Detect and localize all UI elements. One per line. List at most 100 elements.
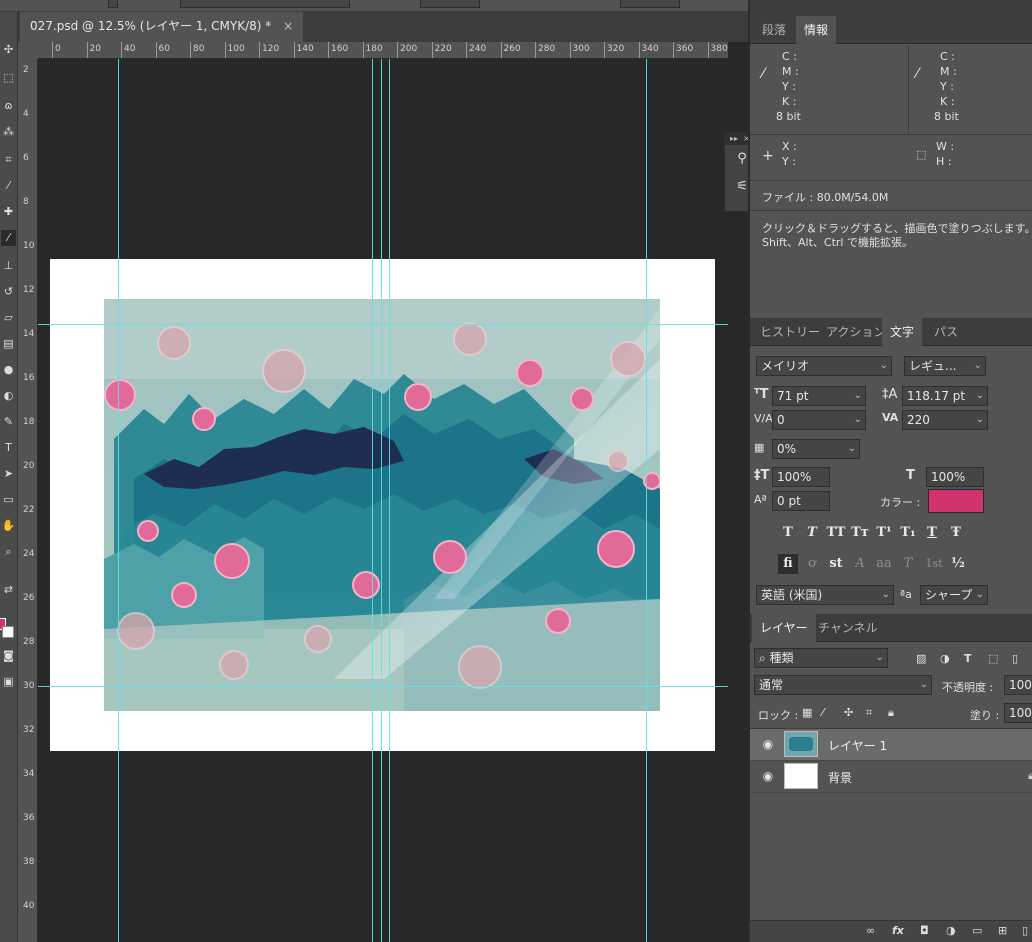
tab-channels[interactable]: チャンネル bbox=[810, 614, 886, 642]
history-brush-icon[interactable]: ↺ bbox=[1, 284, 16, 300]
strikethrough-button[interactable]: Ŧ bbox=[946, 523, 966, 543]
tab-character[interactable]: 文字 bbox=[882, 318, 923, 346]
horizontal-ruler[interactable]: 0 20 40 60 80 100 120 140 160 180 200 220 240 260 280 3… bbox=[38, 42, 728, 59]
canvas-area[interactable] bbox=[38, 59, 728, 942]
opacity-field[interactable]: 100% bbox=[1004, 675, 1032, 695]
leading-field[interactable]: 118.17 pt ⌄ bbox=[902, 386, 988, 406]
lock-artboard-icon[interactable]: ⌗ bbox=[866, 706, 872, 720]
layer-name[interactable]: レイヤー 1 bbox=[828, 737, 887, 754]
underline-button[interactable]: T bbox=[922, 523, 942, 543]
ordinals-button[interactable]: 1st bbox=[922, 554, 946, 574]
screen-mode-icon[interactable]: ▣ bbox=[1, 674, 16, 690]
close-icon[interactable]: × bbox=[283, 19, 293, 33]
mask-icon[interactable]: ◘ bbox=[920, 924, 929, 937]
blend-mode-select[interactable]: 通常 ⌄ bbox=[754, 675, 932, 695]
tracking-field[interactable]: 220 ⌄ bbox=[902, 410, 988, 430]
guide-vertical[interactable] bbox=[372, 59, 373, 942]
layer-row-background[interactable]: ◉ 背景 🔒︎ bbox=[750, 761, 1032, 793]
baseline-shift-field[interactable]: 0 pt bbox=[772, 491, 830, 511]
faux-bold-button[interactable]: T bbox=[778, 523, 798, 543]
font-style-select[interactable]: レギュ... ⌄ bbox=[904, 356, 986, 376]
crop-icon[interactable]: ⌗ bbox=[1, 152, 16, 168]
trash-icon[interactable]: ▯ bbox=[1022, 924, 1028, 937]
tab-layers[interactable]: レイヤー bbox=[752, 614, 816, 642]
antialias-select[interactable]: シャープ ⌄ bbox=[920, 585, 988, 605]
language-select[interactable]: 英語 (米国) ⌄ bbox=[756, 585, 894, 605]
faux-italic-button[interactable]: T bbox=[802, 523, 822, 543]
lock-image-icon[interactable]: ⁄ bbox=[822, 706, 824, 719]
font-family-select[interactable]: メイリオ ⌄ bbox=[756, 356, 892, 376]
options-field-2[interactable] bbox=[620, 0, 680, 8]
swash-button[interactable]: A bbox=[850, 554, 870, 574]
lock-all-icon[interactable]: 🔒︎ bbox=[888, 706, 894, 720]
guide-horizontal[interactable] bbox=[38, 324, 728, 325]
guide-vertical[interactable] bbox=[381, 59, 382, 942]
layer-filter-select[interactable]: ⌕ 種類 ⌄ bbox=[754, 648, 888, 668]
filter-adjustment-icon[interactable]: ◑ bbox=[940, 652, 950, 665]
lasso-icon[interactable]: ɷ bbox=[1, 98, 16, 114]
text-color-swatch[interactable] bbox=[928, 489, 984, 513]
filter-smart-object-icon[interactable]: ▯ bbox=[1012, 652, 1018, 665]
pen-icon[interactable]: ✎ bbox=[1, 414, 16, 430]
fill-field[interactable]: 100% bbox=[1004, 703, 1032, 723]
blur-icon[interactable]: ● bbox=[1, 362, 16, 378]
swap-colors-icon[interactable]: ⇄ bbox=[1, 582, 16, 598]
horizontal-scale-field[interactable]: 100% bbox=[926, 467, 984, 487]
stylistic-alternates-button[interactable]: aa bbox=[874, 554, 894, 574]
link-icon[interactable]: ∞ bbox=[866, 924, 875, 937]
document-tab[interactable]: 027.psd @ 12.5% (レイヤー 1, CMYK/8) * × bbox=[20, 12, 304, 42]
vertical-ruler[interactable]: 2 4 6 8 10 12 14 16 18 20 22 24 26 28 30 32 34 36 38 40 bbox=[18, 59, 38, 942]
discretionary-ligature-button[interactable]: st bbox=[826, 554, 846, 574]
zoom-icon[interactable]: ⌕ bbox=[1, 544, 16, 560]
tsume-field[interactable]: 0% ⌄ bbox=[772, 439, 860, 459]
marquee-icon[interactable]: ⬚ bbox=[1, 70, 16, 86]
eye-icon[interactable]: ◉ bbox=[758, 737, 778, 751]
kerning-field[interactable]: 0 ⌄ bbox=[772, 410, 866, 430]
guide-vertical[interactable] bbox=[389, 59, 390, 942]
old-style-button[interactable]: ơ bbox=[802, 554, 822, 574]
quick-mask-icon[interactable]: ◙ bbox=[1, 648, 16, 664]
filter-shape-icon[interactable]: ⬚ bbox=[988, 652, 998, 665]
vertical-scale-field[interactable]: 100% bbox=[772, 467, 830, 487]
adjustment-icon[interactable]: ◑ bbox=[946, 924, 956, 937]
fractions-button[interactable]: ½ bbox=[948, 554, 968, 574]
path-select-icon[interactable]: ➤ bbox=[1, 466, 16, 482]
small-caps-button[interactable]: Tт bbox=[850, 523, 870, 543]
dodge-icon[interactable]: ◐ bbox=[1, 388, 16, 404]
ligature-button[interactable]: fi bbox=[778, 554, 798, 574]
tab-info[interactable]: 情報 bbox=[796, 16, 837, 44]
tab-history[interactable]: ヒストリー bbox=[752, 318, 828, 346]
hand-icon[interactable]: ✋ bbox=[1, 518, 16, 534]
shape-icon[interactable]: ▭ bbox=[1, 492, 16, 508]
guide-vertical[interactable] bbox=[118, 59, 119, 942]
healing-icon[interactable]: ✚ bbox=[1, 204, 16, 220]
tab-paths[interactable]: パス bbox=[926, 318, 966, 346]
move-icon[interactable]: ✣ bbox=[1, 42, 16, 58]
fx-icon[interactable]: fx bbox=[892, 924, 904, 937]
superscript-button[interactable]: T¹ bbox=[874, 523, 894, 543]
eyedropper-icon[interactable]: ⁄ bbox=[1, 178, 16, 194]
type-icon[interactable]: T bbox=[1, 440, 16, 456]
lock-position-icon[interactable]: ✣ bbox=[844, 706, 853, 719]
background-color-swatch[interactable] bbox=[2, 626, 14, 638]
options-dropdown[interactable] bbox=[180, 0, 350, 8]
filter-image-icon[interactable]: ▨ bbox=[916, 652, 926, 665]
group-icon[interactable]: ▭ bbox=[972, 924, 982, 937]
filter-type-icon[interactable]: T bbox=[964, 652, 972, 665]
lock-transparent-icon[interactable]: ▦ bbox=[802, 706, 812, 719]
tab-paragraph[interactable]: 段落 bbox=[754, 16, 794, 44]
options-field[interactable] bbox=[420, 0, 480, 8]
font-size-field[interactable]: 71 pt ⌄ bbox=[772, 386, 866, 406]
gradient-icon[interactable]: ▤ bbox=[1, 336, 16, 352]
all-caps-button[interactable]: TT bbox=[826, 523, 846, 543]
tool-preset-button[interactable] bbox=[108, 0, 118, 8]
layer-row-layer1[interactable]: ◉ レイヤー 1 bbox=[750, 729, 1032, 761]
subscript-button[interactable]: T₁ bbox=[898, 523, 918, 543]
layer-name[interactable]: 背景 bbox=[828, 769, 852, 786]
titling-alternates-button[interactable]: T bbox=[898, 554, 918, 574]
eraser-icon[interactable]: ▱ bbox=[1, 310, 16, 326]
guide-horizontal[interactable] bbox=[38, 686, 728, 687]
brush-icon[interactable]: ⁄ bbox=[1, 230, 16, 246]
ruler-origin[interactable] bbox=[18, 42, 38, 59]
guide-vertical[interactable] bbox=[646, 59, 647, 942]
